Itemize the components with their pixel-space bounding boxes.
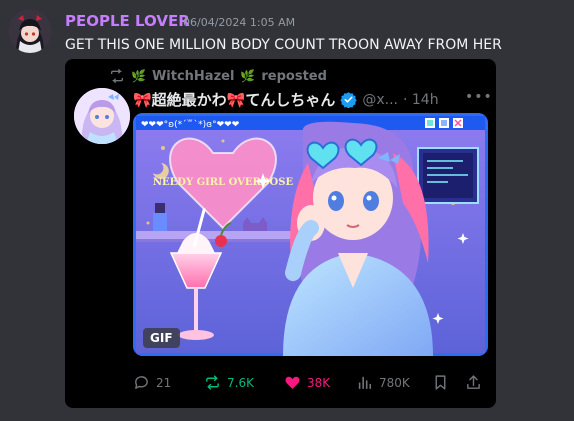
repost-icon [111, 68, 123, 84]
bookmark-icon [435, 375, 446, 390]
reply-button[interactable]: 21 [133, 374, 171, 391]
repost-user[interactable]: WitchHazel [152, 69, 234, 84]
repost-count: 7.6K [227, 375, 254, 390]
tweet-actions: 21 7.6K 38K 780K [133, 374, 488, 394]
message-text: GET THIS ONE MILLION BODY COUNT TROON AW… [65, 37, 502, 53]
tweet-embed[interactable]: 🌿 WitchHazel 🌿 reposted 🎀超絶最かわ🎀てんしちゃん @x… [65, 59, 496, 408]
tweet-header: 🎀超絶最かわ🎀てんしちゃん @x... · 14h [133, 89, 439, 110]
verified-badge-icon [340, 92, 358, 108]
media-banner-text: ❤❤❤°ʚ(*´꒳`*)ɞ°❤❤❤ [141, 119, 240, 130]
views-icon [358, 376, 372, 389]
tweet-author-handle[interactable]: @x... [362, 92, 398, 108]
username[interactable]: PEOPLE LOVER [65, 12, 190, 30]
more-options-icon[interactable]: ••• [465, 89, 493, 105]
tweet-time[interactable]: · 14h [403, 92, 439, 108]
views-count: 780K [379, 375, 410, 390]
tweet-author-name[interactable]: 🎀超絶最かわ🎀てんしちゃん [133, 89, 335, 110]
views-button[interactable]: 780K [356, 374, 410, 391]
repost-indicator: 🌿 WitchHazel 🌿 reposted [109, 68, 327, 84]
reply-icon [135, 376, 148, 389]
bookmark-button[interactable] [432, 374, 449, 391]
message-timestamp: 06/04/2024 1:05 AM [183, 16, 296, 29]
leaf-emoji-icon: 🌿 [240, 69, 256, 83]
like-button[interactable]: 38K [284, 374, 330, 391]
repost-button[interactable]: 7.6K [204, 374, 254, 391]
like-count: 38K [307, 375, 331, 390]
tweet-author-avatar[interactable] [74, 88, 130, 144]
share-icon [467, 375, 480, 389]
share-button[interactable] [465, 374, 482, 391]
leaf-emoji-icon: 🌿 [131, 69, 146, 83]
repost-icon [206, 375, 219, 390]
reply-count: 21 [156, 375, 172, 390]
user-avatar[interactable] [8, 9, 52, 53]
tweet-media-gif[interactable]: ❤❤❤°ʚ(*´꒳`*)ɞ°❤❤❤ NEEDY GIRL OVERDOSE GI… [133, 113, 488, 356]
heart-icon [285, 376, 300, 389]
gif-badge: GIF [143, 328, 180, 348]
media-sign-text: NEEDY GIRL OVERDOSE [153, 177, 294, 188]
repost-label: reposted [261, 68, 327, 84]
